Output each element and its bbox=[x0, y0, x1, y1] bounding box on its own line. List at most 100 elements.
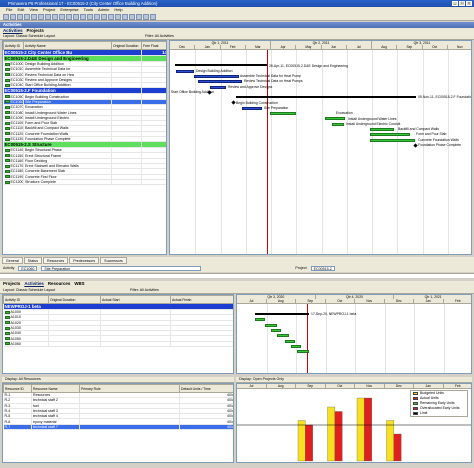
top-gantt-chart[interactable]: Qtr 1, 2011 Qtr 2, 2011 Qtr 3, 2011 Dec Jan F… bbox=[169, 40, 472, 255]
detail-tab-successors[interactable]: Successors bbox=[100, 257, 127, 264]
activity-bar[interactable] bbox=[242, 106, 262, 110]
activity-icon bbox=[4, 159, 10, 163]
toolbar-tool-icon[interactable] bbox=[150, 14, 156, 20]
activity-icon bbox=[4, 78, 10, 82]
timescale-month: Apr bbox=[271, 45, 297, 50]
column-header[interactable]: Free Float bbox=[141, 41, 166, 50]
gantt-gridline bbox=[195, 50, 197, 254]
column-header[interactable]: Activity ID bbox=[3, 41, 24, 50]
toolbar-tool-icon[interactable] bbox=[143, 14, 149, 20]
column-header[interactable]: Original Duration bbox=[48, 295, 101, 304]
lower-tabs: Projects Activities Resources WBS bbox=[0, 281, 474, 288]
minimize-button[interactable]: _ bbox=[452, 1, 458, 6]
timescale-month: Dec bbox=[170, 45, 196, 50]
detail-tab-general[interactable]: General bbox=[2, 257, 23, 264]
toolbar-tool-icon[interactable] bbox=[87, 14, 93, 20]
toolbar-tool-icon[interactable] bbox=[31, 14, 37, 20]
column-header[interactable]: Activity ID bbox=[3, 295, 49, 304]
bar-label: Install Underground Electric Conduit bbox=[346, 121, 401, 126]
activity-icon bbox=[4, 331, 10, 335]
lower-layout-label[interactable]: Layout: Classic Schedule Layout bbox=[3, 288, 55, 292]
activity-row[interactable]: A1060 bbox=[3, 341, 233, 348]
activity-bar[interactable] bbox=[236, 96, 416, 99]
activity-id: A1060 bbox=[3, 341, 49, 348]
toolbar-tool-icon[interactable] bbox=[80, 14, 86, 20]
lower-gantt-timescale: Qtr 3, 2020 Qtr 4, 2020 Qtr 1, 2021 Jul Aug S… bbox=[237, 295, 471, 304]
activity-id-text: A1020 bbox=[10, 320, 21, 325]
toolbar-tool-icon[interactable] bbox=[38, 14, 44, 20]
toolbar-tool-icon[interactable] bbox=[115, 14, 121, 20]
activity-id: EC1090 bbox=[3, 115, 24, 121]
activity-bar[interactable] bbox=[291, 344, 301, 348]
activity-bar[interactable] bbox=[297, 350, 309, 354]
toolbar-tool-icon[interactable] bbox=[24, 14, 30, 20]
toolbar-tool-icon[interactable] bbox=[94, 14, 100, 20]
project-summary-bar[interactable] bbox=[255, 313, 309, 315]
activity-id-text: EC1130 bbox=[10, 137, 24, 141]
column-header[interactable]: Primary Role bbox=[79, 384, 180, 393]
toolbar-tool-icon[interactable] bbox=[73, 14, 79, 20]
milestone-marker[interactable] bbox=[413, 143, 418, 148]
activity-bar[interactable] bbox=[255, 318, 265, 322]
toolbar-tool-icon[interactable] bbox=[136, 14, 142, 20]
resource-row[interactable]: R-7 technical staff 7 40/d bbox=[3, 424, 233, 431]
filter-label[interactable]: Filter: All Activities bbox=[145, 34, 174, 39]
lower-gantt-chart[interactable]: Qtr 3, 2020 Qtr 4, 2020 Qtr 1, 2021 Jul Aug S… bbox=[236, 294, 472, 374]
activity-bar[interactable] bbox=[370, 127, 394, 131]
toolbar-tool-icon[interactable] bbox=[3, 14, 9, 20]
lower-tab-resources[interactable]: Resources bbox=[48, 281, 70, 288]
toolbar-tool-icon[interactable] bbox=[17, 14, 23, 20]
maximize-button[interactable]: □ bbox=[459, 1, 465, 6]
activity-bar[interactable] bbox=[194, 74, 239, 78]
activity-name-field[interactable]: Site Preparation bbox=[41, 265, 202, 271]
activity-bar[interactable] bbox=[370, 138, 415, 142]
toolbar-tool-icon[interactable] bbox=[122, 14, 128, 20]
activity-bar[interactable] bbox=[176, 69, 194, 73]
activity-bar[interactable] bbox=[277, 334, 289, 338]
lower-tab-activities[interactable]: Activities bbox=[24, 281, 44, 288]
activity-bar[interactable] bbox=[370, 133, 410, 137]
detail-tab-status[interactable]: Status bbox=[23, 257, 42, 264]
detail-tabs: General Status Resources Predecessors Succes… bbox=[0, 257, 474, 264]
milestone-marker[interactable] bbox=[231, 100, 236, 106]
lower-filter-label[interactable]: Filter: All Activities bbox=[130, 288, 159, 293]
lower-tab-wbs[interactable]: WBS bbox=[74, 281, 84, 288]
toolbar-tool-icon[interactable] bbox=[45, 14, 51, 20]
toolbar-tool-icon[interactable] bbox=[10, 14, 16, 20]
detail-tab-predecessors[interactable]: Predecessors bbox=[69, 257, 100, 264]
activity-bar[interactable] bbox=[198, 80, 242, 84]
toolbar-tool-icon[interactable] bbox=[101, 14, 107, 20]
timescale-month: Oct bbox=[423, 45, 448, 50]
toolbar-tool-icon[interactable] bbox=[108, 14, 114, 20]
activity-icon bbox=[4, 170, 10, 174]
project-id-field[interactable]: EC00515-2 bbox=[310, 265, 335, 271]
column-header[interactable]: Actual Start bbox=[100, 295, 171, 304]
activity-bar[interactable] bbox=[332, 122, 344, 126]
activity-id-text: EC1140 bbox=[10, 148, 24, 153]
column-header[interactable]: Default Units / Time bbox=[179, 384, 233, 393]
activity-id-field[interactable]: EC1060 bbox=[18, 265, 38, 271]
activity-bar[interactable] bbox=[175, 64, 267, 67]
activity-row[interactable]: EC1200 Structure Complete bbox=[3, 179, 166, 186]
activity-bar[interactable] bbox=[265, 323, 277, 327]
activity-bar[interactable] bbox=[325, 117, 345, 121]
bar-label: Start Office Building Addition bbox=[171, 90, 214, 94]
column-header[interactable]: Original Duration bbox=[111, 41, 142, 50]
layout-label[interactable]: Layout: Classic Schedule Layout bbox=[3, 34, 55, 38]
toolbar-tool-icon[interactable] bbox=[52, 14, 58, 20]
column-header[interactable]: Resource Name bbox=[31, 384, 80, 393]
activity-bar[interactable] bbox=[270, 112, 296, 115]
lower-tab-projects[interactable]: Projects bbox=[3, 281, 20, 288]
detail-tab-resources[interactable]: Resources bbox=[43, 257, 69, 264]
activity-bar[interactable] bbox=[285, 339, 295, 343]
toolbar-tool-icon[interactable] bbox=[66, 14, 72, 20]
activity-bar[interactable] bbox=[271, 328, 281, 332]
column-header[interactable]: Actual Finish bbox=[170, 295, 233, 304]
column-header[interactable]: Activity Name bbox=[23, 41, 112, 50]
toolbar-tool-icon[interactable] bbox=[129, 14, 135, 20]
toolbar-tool-icon[interactable] bbox=[59, 14, 65, 20]
column-header[interactable]: Resource ID bbox=[3, 384, 32, 393]
activity-bar[interactable] bbox=[210, 85, 226, 89]
close-button[interactable]: × bbox=[466, 1, 472, 6]
window-controls: _ □ × bbox=[452, 1, 472, 6]
